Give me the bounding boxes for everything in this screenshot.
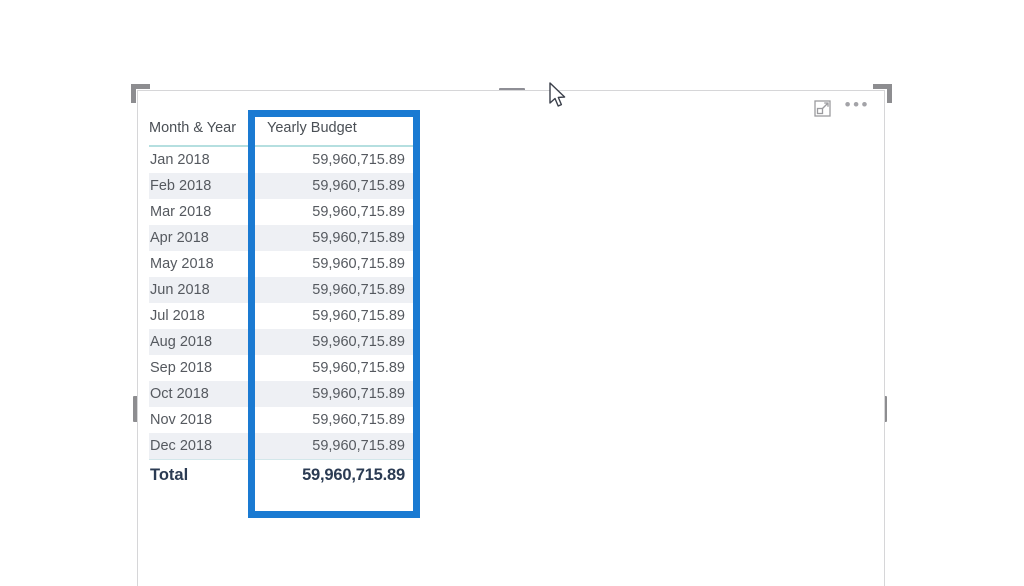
- cell-value: 59,960,715.89: [312, 256, 405, 272]
- table-row[interactable]: Apr 2018 59,960,715.89: [149, 225, 419, 251]
- cell-value: 59,960,715.89: [312, 360, 405, 376]
- visual-header-icons: •••: [813, 96, 870, 119]
- table-row[interactable]: Sep 2018 59,960,715.89: [149, 355, 419, 381]
- cell-value: 59,960,715.89: [312, 152, 405, 168]
- cell-value: 59,960,715.89: [312, 204, 405, 220]
- table-row[interactable]: Jan 2018 59,960,715.89: [149, 146, 419, 173]
- table-row[interactable]: Mar 2018 59,960,715.89: [149, 199, 419, 225]
- table-row[interactable]: Jun 2018 59,960,715.89: [149, 277, 419, 303]
- column-header-yearly-budget[interactable]: Yearly Budget: [257, 117, 419, 147]
- report-visual-panel[interactable]: ••• Month & Year Yearly Budget Jan 2018 …: [137, 90, 885, 586]
- table-row[interactable]: Dec 2018 59,960,715.89: [149, 433, 419, 460]
- cell-month: Jan 2018: [150, 152, 210, 168]
- cell-value: 59,960,715.89: [257, 329, 419, 355]
- cell-value: 59,960,715.89: [257, 277, 419, 303]
- table-row[interactable]: May 2018 59,960,715.89: [149, 251, 419, 277]
- cell-month: Nov 2018: [150, 412, 213, 428]
- cell-month: Jul 2018: [150, 308, 205, 324]
- more-options-icon[interactable]: •••: [845, 96, 870, 117]
- cell-month: May 2018: [150, 256, 214, 272]
- cell-month: Jun 2018: [149, 277, 257, 303]
- table-row[interactable]: Feb 2018 59,960,715.89: [149, 173, 419, 199]
- table-row[interactable]: Nov 2018 59,960,715.89: [149, 407, 419, 433]
- cell-value: 59,960,715.89: [312, 412, 405, 428]
- cell-month: Dec 2018: [149, 433, 257, 460]
- table-row[interactable]: Aug 2018 59,960,715.89: [149, 329, 419, 355]
- cell-month: Mar 2018: [150, 204, 212, 220]
- table-header-row: Month & Year Yearly Budget: [149, 117, 419, 147]
- cell-month: Apr 2018: [149, 225, 257, 251]
- cell-month: Aug 2018: [149, 329, 257, 355]
- cell-value: 59,960,715.89: [257, 173, 419, 199]
- cell-value: 59,960,715.89: [257, 225, 419, 251]
- table-row[interactable]: Jul 2018 59,960,715.89: [149, 303, 419, 329]
- focus-mode-icon[interactable]: [813, 99, 831, 117]
- cell-value: 59,960,715.89: [257, 433, 419, 460]
- cell-month: Feb 2018: [149, 173, 257, 199]
- table-body: Jan 2018 59,960,715.89 Feb 2018 59,960,7…: [149, 146, 419, 491]
- cell-total-value: 59,960,715.89: [257, 459, 419, 491]
- table-row[interactable]: Oct 2018 59,960,715.89: [149, 381, 419, 407]
- cell-value: 59,960,715.89: [312, 308, 405, 324]
- cell-value: 59,960,715.89: [257, 381, 419, 407]
- column-header-month-year[interactable]: Month & Year: [149, 117, 257, 147]
- cell-month: Sep 2018: [150, 360, 213, 376]
- table-total-row[interactable]: Total 59,960,715.89: [149, 459, 419, 491]
- cell-total-label: Total: [149, 459, 257, 491]
- cell-month: Oct 2018: [149, 381, 257, 407]
- budget-table[interactable]: Month & Year Yearly Budget Jan 2018 59,9…: [149, 117, 419, 491]
